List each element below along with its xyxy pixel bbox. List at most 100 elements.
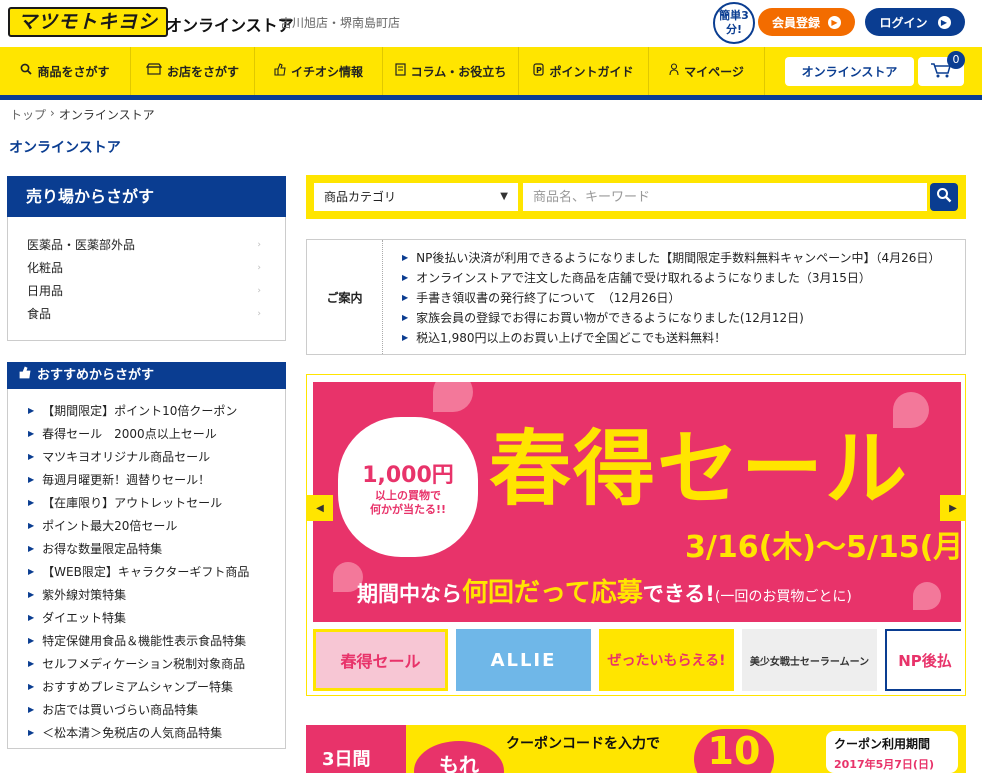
category-item[interactable]: 化粧品 › — [8, 256, 285, 279]
banner-spring-sale[interactable]: 1,000円 以上の買物で 何かが当たる!! 春得セール 3/16(木)～5/1… — [313, 382, 961, 622]
recommend-label: 【期間限定】ポイント10倍クーポン — [42, 404, 238, 418]
register-button[interactable]: 会員登録 ▶ — [758, 8, 855, 36]
chevron-right-icon: › — [257, 239, 261, 250]
thumbnail-spring-sale[interactable]: 春得セール — [313, 629, 448, 691]
nav-label: コラム・お役立ち — [410, 64, 507, 79]
triangle-right-icon: ▶ — [28, 544, 35, 553]
matsukiyo-logo[interactable]: マツモトキヨシ — [8, 6, 169, 38]
notice-text: オンラインストアで注文した商品を店舗で受け取れるようになりました（3月15日） — [416, 270, 871, 285]
carousel-next-button[interactable]: ▶ — [940, 495, 966, 521]
recommend-item[interactable]: ▶ ＜松本清＞免税店の人気商品特集 — [8, 721, 285, 744]
recommend-item[interactable]: ▶ 紫外線対策特集 — [8, 583, 285, 606]
recommend-item[interactable]: ▶ 【WEB限定】キャラクターギフト商品 — [8, 560, 285, 583]
online-store-button[interactable]: オンラインストア — [785, 57, 914, 86]
category-item[interactable]: 日用品 › — [8, 279, 285, 302]
site-header: マツモトキヨシ オンラインストア 吉川旭店・堺南島町店 簡単3分! 会員登録 ▶… — [0, 0, 982, 46]
notice-item[interactable]: ▶ 税込1,980円以上のお買い上げで全国どこでも送料無料！ — [402, 327, 940, 347]
notice-box: ご案内 ▶ NP後払い決済が利用できるようになりました【期間限定手数料無料キャンペ… — [306, 239, 966, 355]
recommend-label: 【在庫限り】アウトレットセール — [42, 496, 223, 510]
recommend-item[interactable]: ▶ お店では買いづらい商品特集 — [8, 698, 285, 721]
recommend-item[interactable]: ▶ 春得セール 2000点以上セール — [8, 422, 285, 445]
recommend-item[interactable]: ▶ 特定保健用食品＆機能性表示食品特集 — [8, 629, 285, 652]
triangle-right-icon: ▶ — [28, 590, 35, 599]
recommend-item[interactable]: ▶ セルフメディケーション税制対象商品 — [8, 652, 285, 675]
recommend-item[interactable]: ▶ マツキヨオリジナル商品セール — [8, 445, 285, 468]
global-nav: 商品をさがす お店をさがす イチオシ情報 コラム・お役立ち P ポイントガイド … — [0, 47, 982, 95]
notice-item[interactable]: ▶ NP後払い決済が利用できるようになりました【期間限定手数料無料キャンペーン中】… — [402, 247, 940, 267]
caret-down-icon: ▼ — [500, 191, 508, 202]
thumbnail-label: 美少女戦士セーラームーン — [749, 656, 870, 668]
recommend-item[interactable]: ▶ ポイント最大20倍セール — [8, 514, 285, 537]
coupon-banner[interactable]: 3日間 もれ クーポンコードを入力で 10 クーポン利用期間 2017年5月7日… — [306, 725, 966, 773]
nav-label: 商品をさがす — [37, 64, 110, 79]
thumbnail-allie[interactable]: ALLIE — [456, 629, 591, 691]
notice-item[interactable]: ▶ 家族会員の登録でお得にお買い物ができるようになりました(12月12日) — [402, 307, 940, 327]
triangle-right-icon: ▶ — [28, 406, 35, 415]
search-icon — [936, 187, 952, 207]
category-label: 日用品 — [27, 284, 64, 298]
breadcrumb: トップ › オンラインストア — [10, 106, 155, 123]
thumbs-up-icon — [19, 362, 31, 389]
search-button[interactable] — [930, 183, 958, 211]
nav-label: お店をさがす — [166, 64, 239, 79]
store-branch: 吉川旭店・堺南島町店 — [280, 16, 401, 30]
recommend-item[interactable]: ▶ お得な数量限定品特集 — [8, 537, 285, 560]
triangle-right-icon: ▶ — [28, 636, 35, 645]
recommend-label: セルフメディケーション税制対象商品 — [42, 657, 246, 671]
thumbnail-np-payment[interactable]: NP後払 — [885, 629, 961, 691]
category-heading: 売り場からさがす — [7, 176, 286, 217]
recommend-label: 春得セール 2000点以上セール — [42, 427, 217, 441]
recommend-heading: おすすめからさがす — [7, 362, 286, 389]
notice-text: 手書き領収書の発行終了について （12月26日） — [416, 290, 681, 305]
breadcrumb-home[interactable]: トップ — [10, 106, 46, 123]
chevron-right-icon: › — [257, 262, 261, 273]
page-title: オンラインストア — [9, 140, 121, 156]
arrow-right-icon: ▶ — [937, 15, 951, 29]
recommend-item[interactable]: ▶ 【期間限定】ポイント10倍クーポン — [8, 399, 285, 422]
notice-item[interactable]: ▶ 手書き領収書の発行終了について （12月26日） — [402, 287, 940, 307]
search-bar: 商品カテゴリ ▼ — [306, 175, 966, 219]
nav-item-point-guide[interactable]: P ポイントガイド — [519, 47, 649, 95]
sale-sub-note: (一回のお買物ごとに) — [714, 589, 852, 605]
petal-decoration — [433, 382, 473, 412]
recommend-list: ▶ 【期間限定】ポイント10倍クーポン ▶ 春得セール 2000点以上セール ▶ マツ… — [7, 389, 286, 749]
recommend-label: ＜松本清＞免税店の人気商品特集 — [42, 726, 223, 740]
thumbnail-misterdonut[interactable]: ぜったいもらえる! — [599, 629, 734, 691]
triangle-right-icon: ▶ — [28, 521, 35, 530]
recommend-item[interactable]: ▶ おすすめプレミアムシャンプー特集 — [8, 675, 285, 698]
thumbnail-label: ALLIE — [490, 649, 557, 671]
triangle-right-icon: ▶ — [28, 452, 35, 461]
nav-item-recommend-info[interactable]: イチオシ情報 — [255, 47, 383, 95]
nav-item-column[interactable]: コラム・お役立ち — [383, 47, 519, 95]
svg-text:P: P — [536, 66, 542, 75]
nav-item-mypage[interactable]: マイページ — [649, 47, 765, 95]
recommend-label: お店では買いづらい商品特集 — [42, 703, 199, 717]
triangle-left-icon: ◀ — [316, 502, 324, 514]
category-item[interactable]: 医薬品・医薬部外品 › — [8, 233, 285, 256]
category-select[interactable]: 商品カテゴリ ▼ — [314, 183, 518, 211]
thumbnail-label: NP後払 — [898, 651, 952, 670]
triangle-right-icon: ▶ — [402, 272, 409, 282]
category-select-value: 商品カテゴリ — [324, 190, 397, 204]
carousel-prev-button[interactable]: ◀ — [307, 495, 333, 521]
notice-item[interactable]: ▶ オンラインストアで注文した商品を店舗で受け取れるようになりました（3月15日） — [402, 267, 940, 287]
cart-count-badge: 0 — [947, 51, 965, 69]
category-item[interactable]: 食品 › — [8, 302, 285, 325]
thumbnail-sailormoon[interactable]: 美少女戦士セーラームーン — [742, 629, 877, 691]
recommend-item[interactable]: ▶ 毎週月曜更新！週替りセール！ — [8, 468, 285, 491]
triangle-right-icon: ▶ — [402, 332, 409, 342]
nav-item-find-store[interactable]: お店をさがす — [131, 47, 255, 95]
arrow-right-icon: ▶ — [828, 15, 841, 29]
nav-item-search-products[interactable]: 商品をさがす — [0, 47, 131, 95]
search-icon — [20, 63, 33, 79]
book-icon — [395, 62, 406, 80]
login-button[interactable]: ログイン ▶ — [865, 8, 965, 36]
notice-text: NP後払い決済が利用できるようになりました【期間限定手数料無料キャンペーン中】（… — [416, 250, 941, 265]
store-icon — [145, 63, 163, 79]
recommend-item[interactable]: ▶ 【在庫限り】アウトレットセール — [8, 491, 285, 514]
recommend-label: 紫外線対策特集 — [42, 588, 127, 602]
keyword-input[interactable] — [523, 183, 927, 211]
recommend-item[interactable]: ▶ ダイエット特集 — [8, 606, 285, 629]
triangle-right-icon: ▶ — [402, 312, 409, 322]
triangle-right-icon: ▶ — [28, 728, 35, 737]
